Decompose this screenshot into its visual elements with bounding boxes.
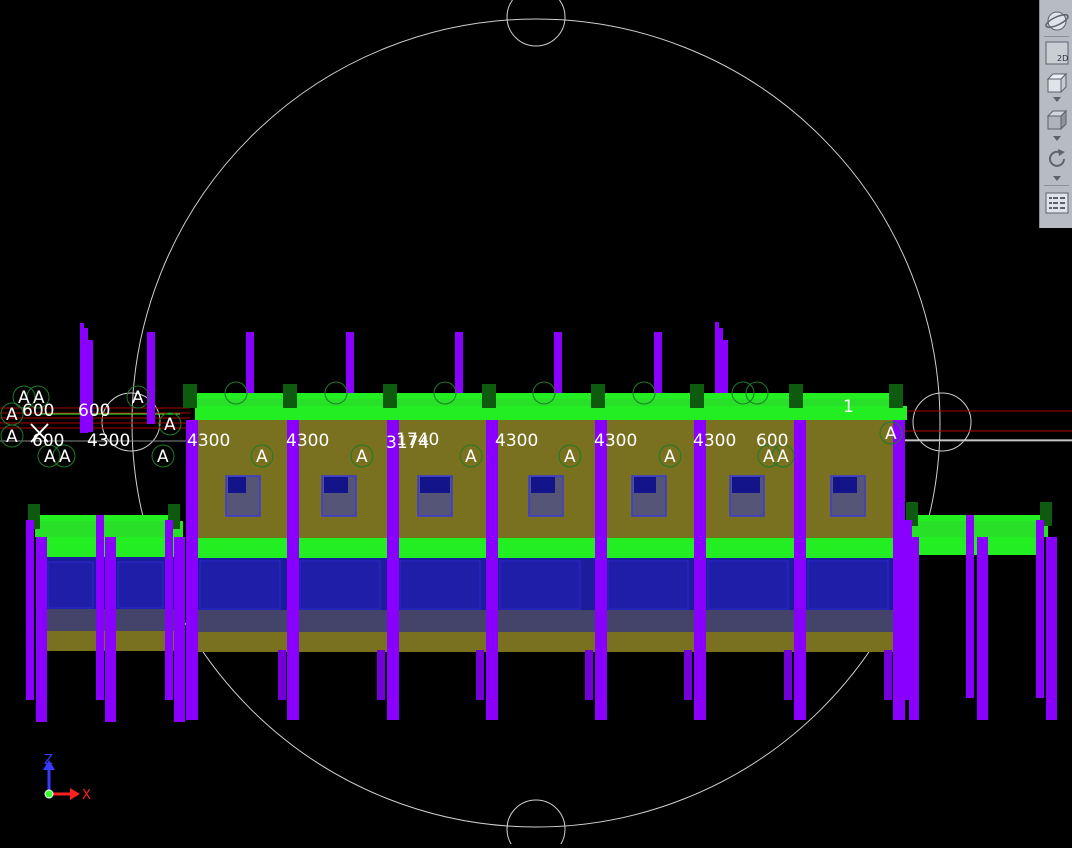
rotate-icon: [1048, 148, 1065, 167]
properties-icon: [1045, 192, 1068, 213]
dimension-label: 4300: [594, 431, 637, 451]
view-2d-icon: 2D: [1045, 41, 1068, 64]
x-axis-label: X: [82, 788, 91, 803]
view-toolbar: 2D: [1039, 0, 1072, 228]
orbit-handle-right[interactable]: [912, 392, 972, 452]
orbit-icon: [1044, 11, 1069, 30]
orbit-handle-bottom[interactable]: [506, 799, 566, 848]
grid-marker: A: [6, 405, 18, 425]
model-canvas[interactable]: A A A A A A A A A A A A A A A A A 600 60…: [0, 0, 1072, 848]
svg-text:2D: 2D: [1057, 54, 1068, 63]
z-axis-label: Z: [44, 753, 53, 768]
grid-marker: A: [256, 447, 268, 467]
dimension-label: 600: [22, 401, 54, 421]
dimension-label: 4300: [286, 431, 329, 451]
chevron-down-icon[interactable]: [1053, 136, 1061, 141]
chevron-down-icon[interactable]: [1053, 97, 1061, 102]
view-solid-button[interactable]: [1044, 107, 1069, 132]
grid-marker: A: [465, 447, 477, 467]
view-cube-wireframe-icon: [1046, 72, 1067, 93]
properties-button[interactable]: [1044, 190, 1069, 215]
main-roof-slab: [183, 384, 907, 420]
dimension-label: 4300: [187, 431, 230, 451]
dimension-label: 600: [756, 431, 788, 451]
grid-marker: A: [564, 447, 576, 467]
dimension-label: 4300: [87, 431, 130, 451]
dimension-label: 1: [843, 397, 854, 417]
grid-marker: A: [664, 447, 676, 467]
main-middle-slab: [195, 538, 895, 558]
orbit-handle-top[interactable]: [506, 0, 566, 47]
grid-marker: A: [6, 427, 18, 447]
lower-glazing: [195, 558, 895, 652]
left-wing: [26, 504, 185, 722]
grid-marker: A: [164, 415, 176, 435]
view-wireframe-button[interactable]: [1044, 70, 1069, 95]
dimension-label: 1740: [396, 430, 439, 450]
chevron-down-icon[interactable]: [1053, 176, 1061, 181]
dimension-label: 4300: [495, 431, 538, 451]
dimension-label: 4300: [693, 431, 736, 451]
dimension-label: 600: [78, 401, 110, 421]
3d-model-viewport[interactable]: A A A A A A A A A A A A A A A A A 600 60…: [0, 0, 1072, 848]
orbit-button[interactable]: [1044, 8, 1069, 33]
axis-indicator: Z X: [43, 753, 91, 803]
grid-marker: A: [132, 388, 144, 408]
grid-marker: A: [356, 447, 368, 467]
view-cube-solid-icon: [1046, 109, 1067, 130]
view-2d-button[interactable]: 2D: [1044, 40, 1069, 65]
rotate-button[interactable]: [1044, 146, 1069, 171]
right-wing: [904, 502, 1057, 720]
grid-marker: A: [885, 424, 897, 444]
grid-marker: A: [157, 447, 169, 467]
